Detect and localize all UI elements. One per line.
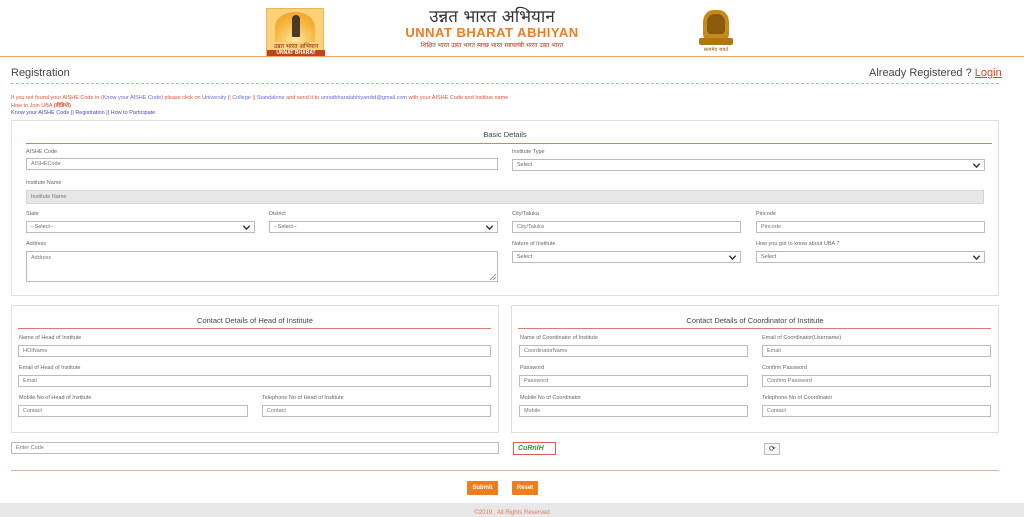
site-title-english: UNNAT BHARAT ABHIYAN	[405, 25, 579, 40]
know-uba-label: How you got to know about UBA ?	[756, 241, 840, 247]
city-label: City/Taluka	[512, 211, 539, 217]
standalone-link[interactable]: Standalone	[257, 95, 285, 101]
coord-email-input[interactable]: Email	[762, 345, 991, 357]
resize-grip-icon[interactable]	[490, 274, 496, 280]
basic-details-rule	[26, 143, 992, 144]
hoi-phone-input[interactable]: Contact	[262, 405, 491, 417]
hoi-name-label: Name of Head of Institute	[19, 335, 82, 341]
reset-button[interactable]: Reset	[512, 481, 538, 495]
state-label: State	[26, 211, 39, 217]
coord-name-label: Name of Coordinator of Institute	[520, 335, 598, 341]
state-select[interactable]: --Select--	[26, 221, 255, 233]
chevron-down-icon	[242, 225, 251, 231]
hoi-mobile-label: Mobile No of Head of Institute	[19, 395, 92, 401]
district-label: District	[269, 211, 286, 217]
hoi-mobile-input[interactable]: Contact	[18, 405, 248, 417]
institute-type-label: Institute Type	[512, 149, 545, 155]
university-link[interactable]: University	[202, 95, 226, 101]
confirm-password-input[interactable]: Confirm Password	[762, 375, 991, 387]
coord-phone-input[interactable]: Contact	[762, 405, 991, 417]
institute-name-input[interactable]: Institute Name	[26, 190, 984, 204]
confirm-password-label: Confirm Password	[762, 365, 807, 371]
address-textarea[interactable]: Address	[26, 251, 498, 282]
copyright-text: ©2019 , All Rights Reserved	[474, 510, 550, 516]
head-contact-title: Contact Details of Head of Institute	[197, 316, 313, 325]
institute-type-select[interactable]: Select	[512, 159, 985, 171]
footer: ©2019 , All Rights Reserved	[0, 503, 1024, 517]
coord-email-label: Email of Coordinator(Username)	[762, 335, 842, 341]
aishe-code-input[interactable]: AISHECode	[26, 158, 498, 170]
nature-select[interactable]: Select	[512, 251, 741, 263]
password-label: Password	[520, 365, 545, 371]
uba-logo: उन्नत भारत अभियान UNNAT BHARAT ABHIYAN	[266, 8, 325, 63]
address-label: Address	[26, 241, 47, 247]
hoi-phone-label: Telephone No of Head of Institute	[262, 395, 344, 401]
site-header: उन्नत भारत अभियान UNNAT BHARAT ABHIYAN उ…	[0, 0, 1024, 63]
know-uba-select[interactable]: Select	[756, 251, 985, 263]
how-to-participate-link[interactable]: How to Participate	[111, 110, 156, 116]
chevron-down-icon	[485, 225, 494, 231]
hoi-email-input[interactable]: Email	[18, 375, 491, 387]
college-link[interactable]: College	[232, 95, 251, 101]
already-registered: Already Registered ? Login	[869, 67, 1002, 79]
password-input[interactable]: Password	[519, 375, 748, 387]
header-divider	[0, 56, 1024, 57]
national-emblem: सत्यमेव जयते	[695, 8, 737, 54]
district-select[interactable]: --Select--	[269, 221, 498, 233]
aishe-notice: If you not found your AISHE Code in (Kno…	[11, 95, 509, 116]
login-link[interactable]: Login	[975, 67, 1002, 79]
captcha-image: CuRnlH	[513, 442, 556, 455]
site-tagline: शिक्षित भारत उन्नत भारत स्वच्छ भारत स्वा…	[420, 42, 564, 49]
city-input[interactable]: City/Taluka	[512, 221, 741, 233]
nature-label: Nature of Institute	[512, 241, 556, 247]
hoi-email-label: Email of Head of Institute	[19, 365, 81, 371]
head-contact-rule	[18, 328, 491, 329]
know-aishe-link[interactable]: Know your AISHE Code	[103, 95, 161, 101]
coord-mobile-label: Mobile No of Coordinator	[520, 395, 582, 401]
site-title-hindi: उन्नत भारत अभियान	[429, 7, 555, 27]
hoi-name-input[interactable]: HOIName	[18, 345, 491, 357]
submit-button[interactable]: Submit	[467, 481, 498, 495]
chevron-down-icon	[972, 255, 981, 261]
coord-phone-label: Telephone No of Coordinator	[762, 395, 833, 401]
support-email-link[interactable]: unnatbharatabhiyaniitd@gmail.com	[321, 95, 407, 101]
page-title: Registration	[11, 67, 70, 79]
refresh-icon: ⟳	[769, 444, 776, 453]
title-divider	[11, 83, 999, 84]
pincode-input[interactable]: Pincode	[756, 221, 985, 233]
aishe-code-label: AISHE Code	[26, 149, 58, 155]
chevron-down-icon	[972, 163, 981, 169]
form-bottom-divider	[11, 470, 999, 471]
know-aishe-link-2[interactable]: Know your AISHE Code	[11, 110, 69, 116]
captcha-input[interactable]: Enter Code	[11, 442, 499, 454]
coordinator-contact-rule	[518, 328, 991, 329]
institute-name-label: Institute Name	[26, 180, 62, 186]
coord-mobile-input[interactable]: Mobile	[519, 405, 748, 417]
pincode-label: Pincode	[756, 211, 776, 217]
coordinator-contact-title: Contact Details of Coordinator of Instit…	[686, 316, 824, 325]
registration-guide-link[interactable]: Registration	[75, 110, 104, 116]
join-video-link[interactable]: (वीडियो)	[54, 103, 71, 109]
chevron-down-icon	[728, 255, 737, 261]
coord-name-input[interactable]: CoordinatorName	[519, 345, 748, 357]
basic-details-title: Basic Details	[483, 130, 527, 139]
captcha-refresh-button[interactable]: ⟳	[764, 443, 780, 455]
